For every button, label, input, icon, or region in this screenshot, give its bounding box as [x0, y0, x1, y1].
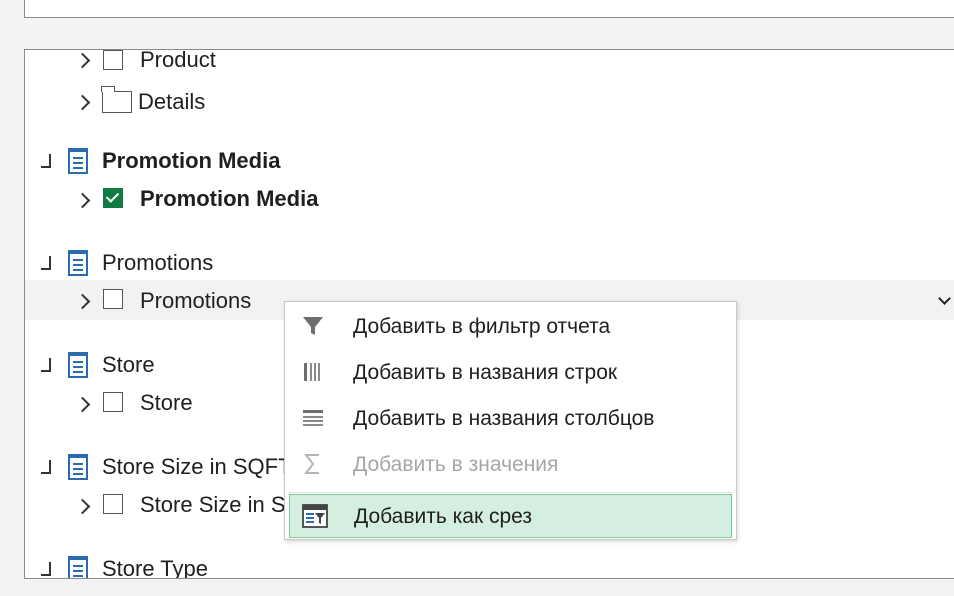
slicer-icon [302, 504, 328, 528]
field-label: Store [140, 390, 193, 415]
menu-item-label: Добавить как срез [354, 505, 533, 528]
columns-icon [303, 410, 323, 426]
chevron-right-icon[interactable] [74, 94, 91, 111]
context-menu: Добавить в фильтр отчета Добавить в назв… [284, 301, 737, 540]
table-icon [68, 454, 88, 480]
chevron-right-icon[interactable] [74, 396, 91, 413]
checkbox[interactable] [103, 494, 123, 514]
field-label: Promotion Media [140, 186, 319, 211]
field-label: Promotions [140, 288, 252, 313]
menu-item-label: Добавить в названия строк [353, 361, 618, 384]
collapse-icon[interactable] [41, 154, 51, 168]
menu-separator [289, 492, 732, 493]
table-label: Store Type [102, 556, 208, 579]
table-label: Promotions [102, 250, 214, 275]
table-store-type[interactable]: Store Type [25, 550, 954, 579]
tree-item-label: Details [138, 89, 206, 114]
menu-item-label: Добавить в значения [353, 453, 559, 476]
collapse-icon[interactable] [41, 460, 51, 474]
collapse-icon[interactable] [41, 256, 51, 270]
menu-item-add-as-slicer[interactable]: Добавить как срез [289, 494, 732, 538]
menu-item-add-to-column-labels[interactable]: Добавить в названия столбцов [285, 396, 736, 442]
table-label: Store [102, 352, 155, 377]
menu-item-add-to-report-filter[interactable]: Добавить в фильтр отчета [285, 304, 736, 350]
table-promotions[interactable]: Promotions [25, 244, 954, 282]
tree-item-product[interactable]: Product [25, 49, 954, 78]
chevron-right-icon[interactable] [74, 498, 91, 515]
table-icon [68, 352, 88, 378]
menu-item-label: Добавить в названия столбцов [353, 407, 655, 430]
menu-item-add-to-values[interactable]: Добавить в значения [285, 442, 736, 488]
collapse-icon[interactable] [41, 562, 51, 576]
table-label: Promotion Media [102, 148, 281, 173]
table-label: Store Size in SQFT [102, 454, 292, 479]
field-label: Store Size in S [140, 492, 286, 517]
checkbox[interactable] [103, 50, 123, 70]
checkbox[interactable] [103, 392, 123, 412]
field-promotion-media[interactable]: Promotion Media [25, 180, 954, 218]
tree-item-details[interactable]: Details [25, 82, 954, 120]
top-field-box [24, 0, 954, 18]
table-icon [68, 250, 88, 276]
chevron-right-icon[interactable] [74, 192, 91, 209]
table-icon [68, 148, 88, 174]
rows-icon [304, 363, 320, 381]
filter-icon [303, 317, 323, 335]
checkbox[interactable] [103, 289, 123, 309]
menu-item-add-to-row-labels[interactable]: Добавить в названия строк [285, 350, 736, 396]
chevron-right-icon[interactable] [74, 293, 91, 310]
tree-item-label: Product [140, 49, 216, 72]
checkbox-checked[interactable] [103, 188, 123, 208]
table-icon [68, 556, 88, 578]
menu-item-label: Добавить в фильтр отчета [353, 315, 611, 338]
table-promotion-media[interactable]: Promotion Media [25, 142, 954, 180]
sigma-icon [303, 454, 319, 474]
chevron-right-icon[interactable] [74, 52, 91, 69]
folder-icon [101, 86, 132, 113]
collapse-icon[interactable] [41, 358, 51, 372]
